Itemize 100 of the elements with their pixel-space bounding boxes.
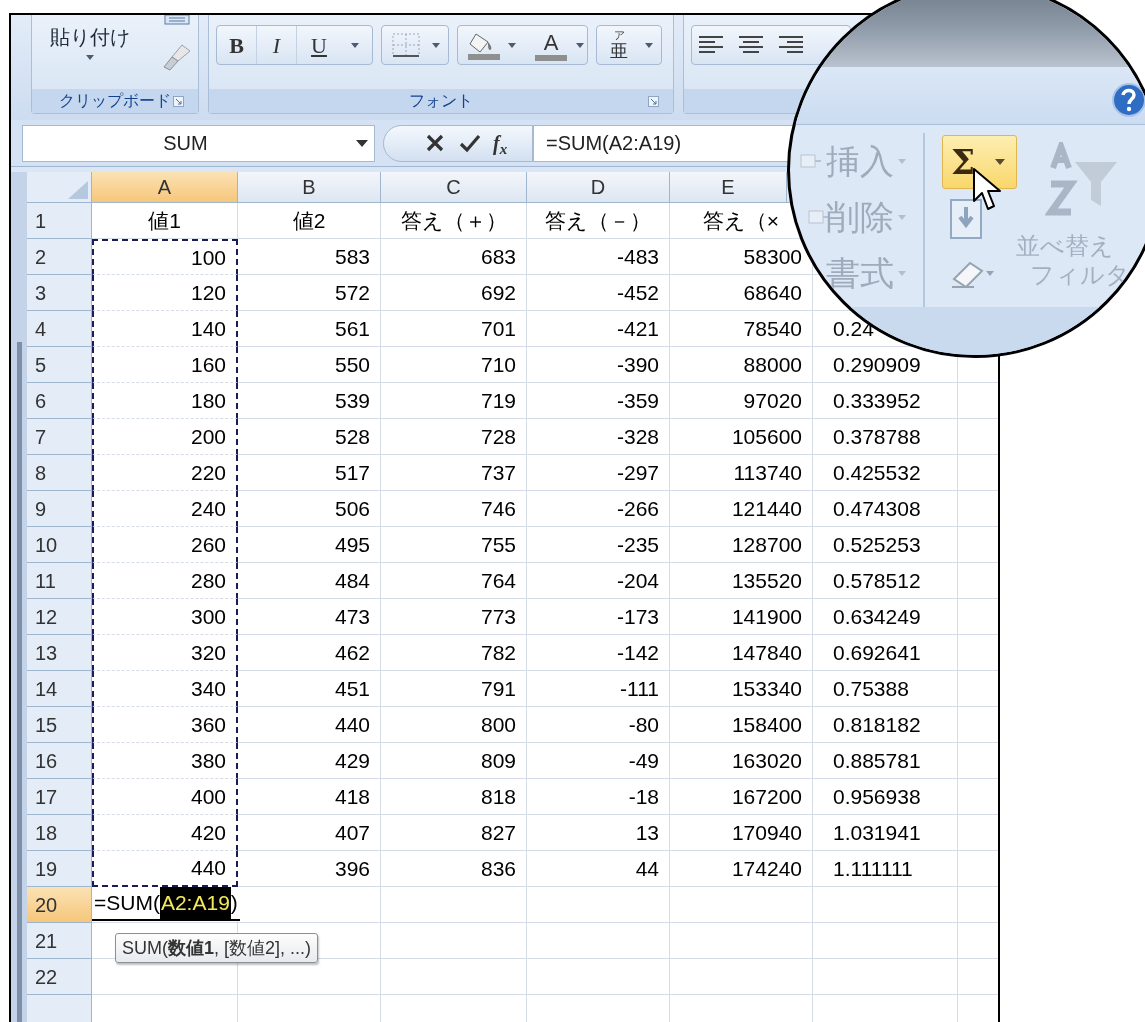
column-header[interactable]: A	[92, 172, 238, 203]
row-header[interactable]: 21	[27, 923, 92, 959]
table-cell: 0.425532	[813, 455, 958, 491]
row-header[interactable]: 6	[27, 383, 92, 419]
row-header[interactable]: 2	[27, 239, 92, 275]
underline-button[interactable]: U	[297, 26, 341, 64]
table-cell: 200	[92, 419, 238, 455]
table-cell: 120	[92, 275, 238, 311]
group-label: クリップボード	[59, 91, 171, 111]
column-header[interactable]: D	[527, 172, 670, 203]
row-header[interactable]: 9	[27, 491, 92, 527]
column-header[interactable]: C	[381, 172, 527, 203]
table-cell: 240	[92, 491, 238, 527]
table-cell: 755	[381, 527, 527, 563]
column-header[interactable]: B	[238, 172, 381, 203]
group-label: フォント	[409, 91, 473, 111]
table-cell: 773	[381, 599, 527, 635]
table-cell: 0.956938	[813, 779, 958, 815]
table-cell: 473	[238, 599, 381, 635]
help-icon[interactable]	[1112, 83, 1145, 117]
row-header[interactable]: 19	[27, 851, 92, 887]
launcher-icon[interactable]	[173, 96, 184, 107]
table-cell: 782	[381, 635, 527, 671]
caret-icon[interactable]	[576, 42, 584, 48]
table-cell: 429	[238, 743, 381, 779]
enter-icon[interactable]	[459, 133, 481, 153]
formula-text: )	[230, 890, 238, 917]
bold-button[interactable]: B	[217, 26, 257, 64]
range-reference: A2:A19	[159, 887, 231, 919]
italic-button[interactable]: I	[257, 26, 297, 64]
table-cell: 683	[381, 239, 527, 275]
row-header[interactable]: 16	[27, 743, 92, 779]
table-cell: 0.692641	[813, 635, 958, 671]
table-cell: 719	[381, 383, 527, 419]
dropdown-arrow-icon[interactable]	[356, 139, 368, 147]
table-cell: -204	[527, 563, 670, 599]
row-header[interactable]: 14	[27, 671, 92, 707]
table-cell: -142	[527, 635, 670, 671]
align-left-icon[interactable]	[698, 35, 724, 55]
row-header[interactable]: 18	[27, 815, 92, 851]
table-cell: 44	[527, 851, 670, 887]
table-cell: -359	[527, 383, 670, 419]
launcher-icon[interactable]	[648, 96, 659, 107]
row-header[interactable]: 10	[27, 527, 92, 563]
row-header[interactable]: 7	[27, 419, 92, 455]
column-header[interactable]: E	[670, 172, 787, 203]
table-cell: 360	[92, 707, 238, 743]
table-cell: 128700	[670, 527, 813, 563]
table-cell: 737	[381, 455, 527, 491]
row-header[interactable]: 20	[27, 887, 92, 923]
caret-icon[interactable]	[645, 42, 653, 48]
row-header[interactable]: 11	[27, 563, 92, 599]
table-cell: 答え（－）	[527, 203, 670, 239]
table-cell: -173	[527, 599, 670, 635]
table-cell: -452	[527, 275, 670, 311]
cancel-icon[interactable]	[425, 133, 445, 153]
table-cell: -266	[527, 491, 670, 527]
table-cell: -80	[527, 707, 670, 743]
row-header[interactable]: 4	[27, 311, 92, 347]
row-header[interactable]: 13	[27, 635, 92, 671]
row-header[interactable]: 5	[27, 347, 92, 383]
row-header[interactable]: 12	[27, 599, 92, 635]
row-header[interactable]: 3	[27, 275, 92, 311]
table-cell: 407	[238, 815, 381, 851]
insert-function-button[interactable]: f$_{x}$	[493, 128, 508, 158]
caret-icon[interactable]	[995, 159, 1005, 165]
table-cell: -111	[527, 671, 670, 707]
caret-icon[interactable]	[432, 42, 440, 48]
table-cell: 561	[238, 311, 381, 347]
table-cell: 0.333952	[813, 383, 958, 419]
table-cell: 495	[238, 527, 381, 563]
paste-button[interactable]: 貼り付け	[46, 25, 134, 75]
table-cell: 13	[527, 815, 670, 851]
table-cell: 462	[238, 635, 381, 671]
table-cell: 260	[92, 527, 238, 563]
table-cell: 1.031941	[813, 815, 958, 851]
row-header[interactable]: 1	[27, 203, 92, 239]
table-cell: 97020	[670, 383, 813, 419]
cursor-icon	[972, 167, 1002, 213]
row-header[interactable]: 15	[27, 707, 92, 743]
align-center-icon[interactable]	[738, 35, 764, 55]
table-cell: 764	[381, 563, 527, 599]
align-right-icon[interactable]	[778, 35, 804, 55]
table-cell: 0.378788	[813, 419, 958, 455]
table-cell: 380	[92, 743, 238, 779]
table-cell: 418	[238, 779, 381, 815]
caret-icon[interactable]	[508, 42, 516, 48]
table-cell: 791	[381, 671, 527, 707]
row-header[interactable]: 8	[27, 455, 92, 491]
table-cell: 550	[238, 347, 381, 383]
cell-editor[interactable]: =SUM(A2:A19)	[92, 887, 240, 921]
borders-icon[interactable]	[392, 33, 420, 57]
caret-icon[interactable]	[351, 42, 359, 48]
table-cell: 0.578512	[813, 563, 958, 599]
table-cell: 440	[238, 707, 381, 743]
row-header[interactable]: 22	[27, 959, 92, 995]
table-cell: 0.525253	[813, 527, 958, 563]
table-cell: 147840	[670, 635, 813, 671]
table-cell: 0.474308	[813, 491, 958, 527]
row-header[interactable]: 17	[27, 779, 92, 815]
